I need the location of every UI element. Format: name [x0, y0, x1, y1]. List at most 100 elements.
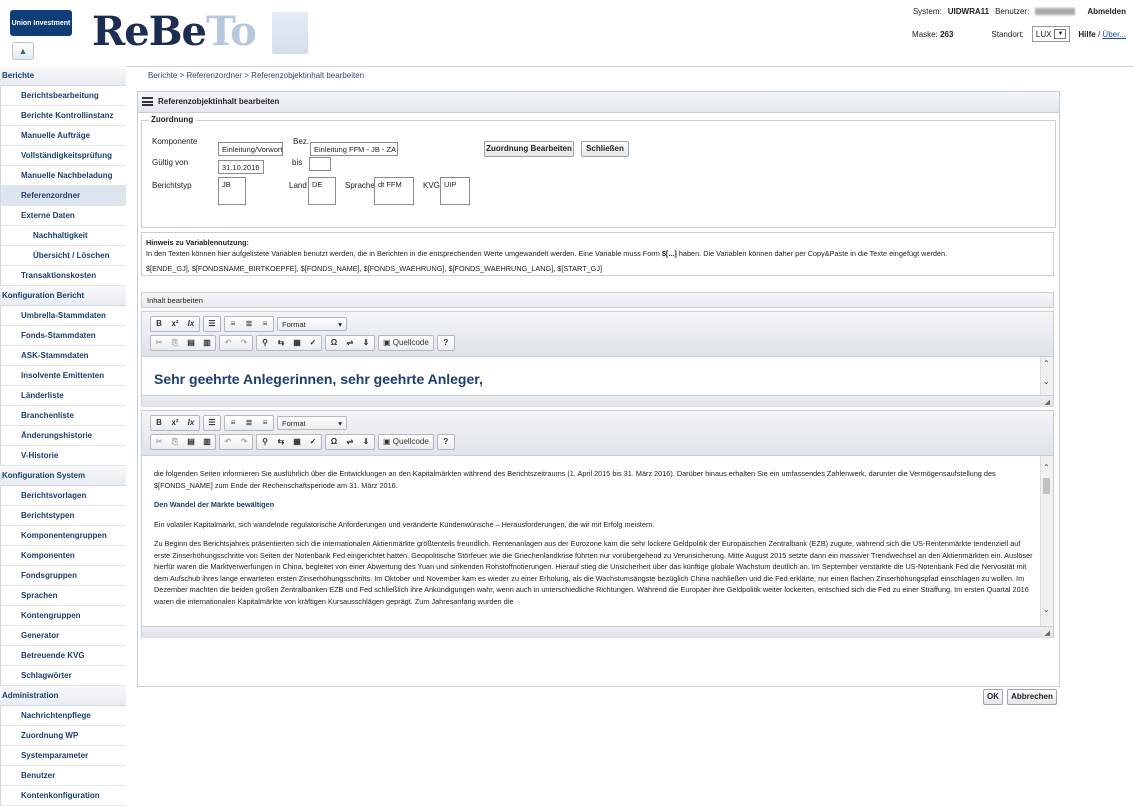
bold-button[interactable]: B — [151, 317, 167, 331]
gueltig-von-field[interactable]: 31.10.2016 — [218, 160, 264, 174]
location-select[interactable]: LUX ▼ — [1031, 26, 1071, 42]
sidebar-item[interactable]: Berichtstypen — [0, 506, 126, 526]
sidebar-item[interactable]: Komponentengruppen — [0, 526, 126, 546]
sidebar-item[interactable]: Manuelle Nachbeladung — [0, 166, 126, 186]
special-char-icon[interactable]: Ω — [326, 435, 342, 449]
remove-format-button[interactable]: Ix — [183, 416, 199, 430]
resize-grip-icon[interactable]: ◢ — [1045, 398, 1050, 406]
find-icon[interactable]: ⚲ — [257, 336, 273, 350]
sprache-field[interactable]: dt FFM — [374, 177, 414, 205]
land-field[interactable]: DE — [308, 177, 336, 205]
zuordnung-bearbeiten-button[interactable]: Zuordnung Bearbeiten — [484, 141, 574, 157]
logout-link[interactable]: Abmelden — [1087, 7, 1126, 16]
align-right-icon[interactable]: ≡ — [257, 317, 273, 331]
align-center-icon[interactable]: ≣ — [241, 416, 257, 430]
sidebar-item[interactable]: Fonds-Stammdaten — [0, 326, 126, 346]
spellcheck-icon[interactable]: ✓ — [305, 336, 321, 350]
sidebar-item[interactable]: Berichtsbearbeitung — [0, 86, 126, 106]
sidebar-item[interactable]: Übersicht / Löschen — [0, 246, 126, 266]
resize-grip-icon[interactable]: ◢ — [1045, 629, 1050, 637]
sidebar-item[interactable]: Schlagwörter — [0, 666, 126, 686]
paste-icon[interactable]: ▤ — [183, 435, 199, 449]
select-all-icon[interactable]: ▦ — [289, 435, 305, 449]
sidebar-item[interactable]: Systemparameter — [0, 746, 126, 766]
sidebar-group-header[interactable]: Administration — [0, 686, 126, 706]
copy-icon[interactable]: ⎘ — [167, 336, 183, 350]
source-code-button[interactable]: ▣ Quellcode — [379, 435, 433, 449]
editor1-scrollbar[interactable]: ⌃ ⌄ — [1040, 357, 1053, 395]
sidebar-item[interactable]: Fondsgruppen — [0, 566, 126, 586]
find-icon[interactable]: ⚲ — [257, 435, 273, 449]
sidebar-item[interactable]: Externe Daten — [0, 206, 126, 226]
menu-icon[interactable] — [142, 97, 153, 106]
special-char-icon[interactable]: Ω — [326, 336, 342, 350]
select-all-icon[interactable]: ▦ — [289, 336, 305, 350]
align-left-icon[interactable]: ≡ — [225, 416, 241, 430]
greeting-content[interactable]: Sehr geehrte Anlegerinnen, sehr geehrte … — [142, 357, 1053, 395]
format-dropdown[interactable]: Format ▾ — [277, 415, 347, 430]
ok-button[interactable]: OK — [983, 689, 1003, 705]
editor-help-button[interactable]: ? — [438, 435, 454, 449]
sidebar-group-header[interactable]: Konfiguration Bericht — [0, 286, 126, 306]
sidebar-item[interactable]: Kontengruppen — [0, 606, 126, 626]
format-dropdown[interactable]: Format ▾ — [277, 316, 347, 331]
sidebar-item[interactable]: ASK-Stammdaten — [0, 346, 126, 366]
horizontal-line-icon[interactable]: ⇌ — [342, 435, 358, 449]
kvg-field[interactable]: UIP — [440, 177, 470, 205]
redo-icon[interactable]: ↷ — [236, 435, 252, 449]
scroll-down-icon[interactable]: ⌄ — [1043, 377, 1050, 386]
help-link[interactable]: Hilfe — [1078, 30, 1095, 39]
paste-text-icon[interactable]: ▥ — [199, 435, 215, 449]
sidebar-item[interactable]: Kontenkonfiguration — [0, 786, 126, 806]
sidebar-item[interactable]: Insolvente Emittenten — [0, 366, 126, 386]
paste-text-icon[interactable]: ▥ — [199, 336, 215, 350]
komponente-field[interactable]: Einleitung/Vorwort — [218, 142, 283, 156]
cancel-button[interactable]: Abbrechen — [1007, 689, 1057, 705]
spellcheck-icon[interactable]: ✓ — [305, 435, 321, 449]
remove-format-button[interactable]: Ix — [183, 317, 199, 331]
sidebar-group-header[interactable]: Konfiguration System — [0, 466, 126, 486]
sidebar-item[interactable]: Änderungshistorie — [0, 426, 126, 446]
replace-icon[interactable]: ⇆ — [273, 336, 289, 350]
sidebar-item[interactable]: Benutzer — [0, 766, 126, 786]
bulleted-list-icon[interactable]: ☰ — [204, 416, 220, 430]
scroll-up-icon[interactable]: ⌃ — [1043, 462, 1050, 474]
paste-icon[interactable]: ▤ — [183, 336, 199, 350]
align-right-icon[interactable]: ≡ — [257, 416, 273, 430]
bulleted-list-icon[interactable]: ☰ — [204, 317, 220, 331]
editor2-scrollbar[interactable]: ⌃ ⌄ — [1040, 456, 1053, 626]
breadcrumb[interactable]: Berichte > Referenzordner > Referenzobje… — [148, 71, 364, 80]
bold-button[interactable]: B — [151, 416, 167, 430]
sidebar-item[interactable]: Transaktionskosten — [0, 266, 126, 286]
sidebar-item[interactable]: Umbrella-Stammdaten — [0, 306, 126, 326]
bez-field[interactable]: Einleitung FFM - JB - ZA — [310, 142, 398, 156]
sidebar-item[interactable]: Nachrichtenpflege — [0, 706, 126, 726]
sidebar-item[interactable]: Manuelle Aufträge — [0, 126, 126, 146]
sidebar-item[interactable]: Referenzordner — [0, 186, 126, 206]
superscript-button[interactable]: x² — [167, 416, 183, 430]
horizontal-line-icon[interactable]: ⇌ — [342, 336, 358, 350]
sidebar-item[interactable]: Komponenten — [0, 546, 126, 566]
cut-icon[interactable]: ✂ — [151, 336, 167, 350]
scroll-thumb[interactable] — [1043, 478, 1050, 494]
editor-help-button[interactable]: ? — [438, 336, 454, 350]
sidebar-item[interactable]: Betreuende KVG — [0, 646, 126, 666]
berichtstyp-field[interactable]: JB — [218, 177, 246, 205]
body-content[interactable]: die folgenden Seiten informieren Sie aus… — [142, 456, 1053, 626]
sidebar-item[interactable]: Zuordnung WP — [0, 726, 126, 746]
scroll-down-icon[interactable]: ⌄ — [1043, 604, 1050, 616]
align-center-icon[interactable]: ≣ — [241, 317, 257, 331]
page-break-icon[interactable]: ⇓ — [358, 336, 374, 350]
sidebar-item[interactable]: Vollständigkeitsprüfung — [0, 146, 126, 166]
sidebar-item[interactable]: Sprachen — [0, 586, 126, 606]
schliessen-button[interactable]: Schließen — [581, 141, 629, 157]
superscript-button[interactable]: x² — [167, 317, 183, 331]
cut-icon[interactable]: ✂ — [151, 435, 167, 449]
sidebar-item[interactable]: V-Historie — [0, 446, 126, 466]
sidebar-item[interactable]: Branchenliste — [0, 406, 126, 426]
about-link[interactable]: Über... — [1102, 30, 1126, 39]
scroll-up-icon[interactable]: ⌃ — [1043, 359, 1050, 368]
copy-icon[interactable]: ⎘ — [167, 435, 183, 449]
sidebar-item[interactable]: Nachhaltigkeit — [0, 226, 126, 246]
sidebar-item[interactable]: Generator — [0, 626, 126, 646]
